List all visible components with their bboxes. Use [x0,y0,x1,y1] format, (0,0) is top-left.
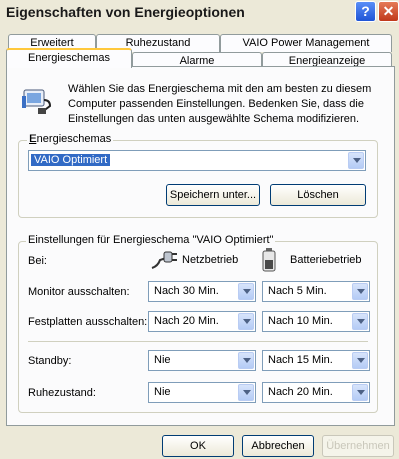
hibernate-ac-select[interactable]: Nie [148,382,256,403]
battery-column-label: Batteriebetrieb [290,254,362,266]
monitor-battery-select[interactable]: Nach 5 Min. [262,281,370,302]
harddisk-label: Festplatten ausschalten: [28,316,148,328]
select-value: Nach 10 Min. [268,315,333,327]
harddisk-battery-select[interactable]: Nach 10 Min. [262,311,370,332]
info-text: Wählen Sie das Energieschema mit den am … [68,83,372,125]
hibernate-label: Ruhezustand: [28,387,96,399]
harddisk-ac-select[interactable]: Nach 20 Min. [148,311,256,332]
select-value: Nie [154,386,171,398]
select-value: Nie [154,354,171,366]
separator [28,341,368,342]
select-value: Nach 20 Min. [154,315,219,327]
ac-column-label: Netzbetrieb [182,254,239,266]
apply-button[interactable]: Übernehmen [322,435,394,457]
tab-label: VAIO Power Management [242,37,370,49]
close-icon: ✕ [382,3,395,19]
chevron-down-icon[interactable] [238,283,254,300]
hibernate-battery-select[interactable]: Nach 20 Min. [262,382,370,403]
select-value: Nach 15 Min. [268,354,333,366]
tab-label: Ruhezustand [125,37,191,49]
monitor-ac-select[interactable]: Nach 30 Min. [148,281,256,302]
chevron-down-icon[interactable] [348,152,364,169]
close-button[interactable]: ✕ [378,1,399,22]
select-value: Nach 30 Min. [154,285,219,297]
tab-label: Energieschemas [28,52,110,64]
tab-vaio-power-management[interactable]: VAIO Power Management [220,34,392,52]
ok-button[interactable]: OK [162,435,234,457]
scheme-select[interactable]: VAIO Optimiert [28,150,366,171]
chevron-down-icon[interactable] [238,313,254,330]
power-scheme-icon [22,89,52,114]
delete-button[interactable]: Löschen [270,184,366,206]
standby-battery-select[interactable]: Nach 15 Min. [262,350,370,371]
scheme-select-value: VAIO Optimiert [31,154,111,166]
standby-label: Standby: [28,355,72,367]
monitor-label: Monitor ausschalten: [28,286,130,298]
chevron-down-icon[interactable] [352,384,368,401]
select-value: Nach 20 Min. [268,386,333,398]
schemes-group-label: EEnergieschemas [27,133,114,145]
chevron-down-icon[interactable] [352,352,368,369]
settings-group-label: Einstellungen für Energieschema "VAIO Op… [26,234,276,246]
power-plug-icon [151,251,177,269]
chevron-down-icon[interactable] [238,384,254,401]
bei-label: Bei: [28,255,47,267]
tab-energieschemas[interactable]: Energieschemas [6,48,132,68]
chevron-down-icon[interactable] [352,313,368,330]
cancel-button[interactable]: Abbrechen [242,435,314,457]
battery-icon [262,248,276,272]
window-title: Eigenschaften von Energieoptionen [6,4,245,20]
title-bar: Eigenschaften von Energieoptionen ? ✕ [0,0,399,24]
question-mark-icon: ? [361,3,370,19]
standby-ac-select[interactable]: Nie [148,350,256,371]
save-as-button[interactable]: Speichern unter... [166,184,260,206]
chevron-down-icon[interactable] [238,352,254,369]
chevron-down-icon[interactable] [352,283,368,300]
help-button[interactable]: ? [355,1,376,22]
select-value: Nach 5 Min. [268,285,327,297]
schemes-group-text: Energieschemas [29,133,112,145]
